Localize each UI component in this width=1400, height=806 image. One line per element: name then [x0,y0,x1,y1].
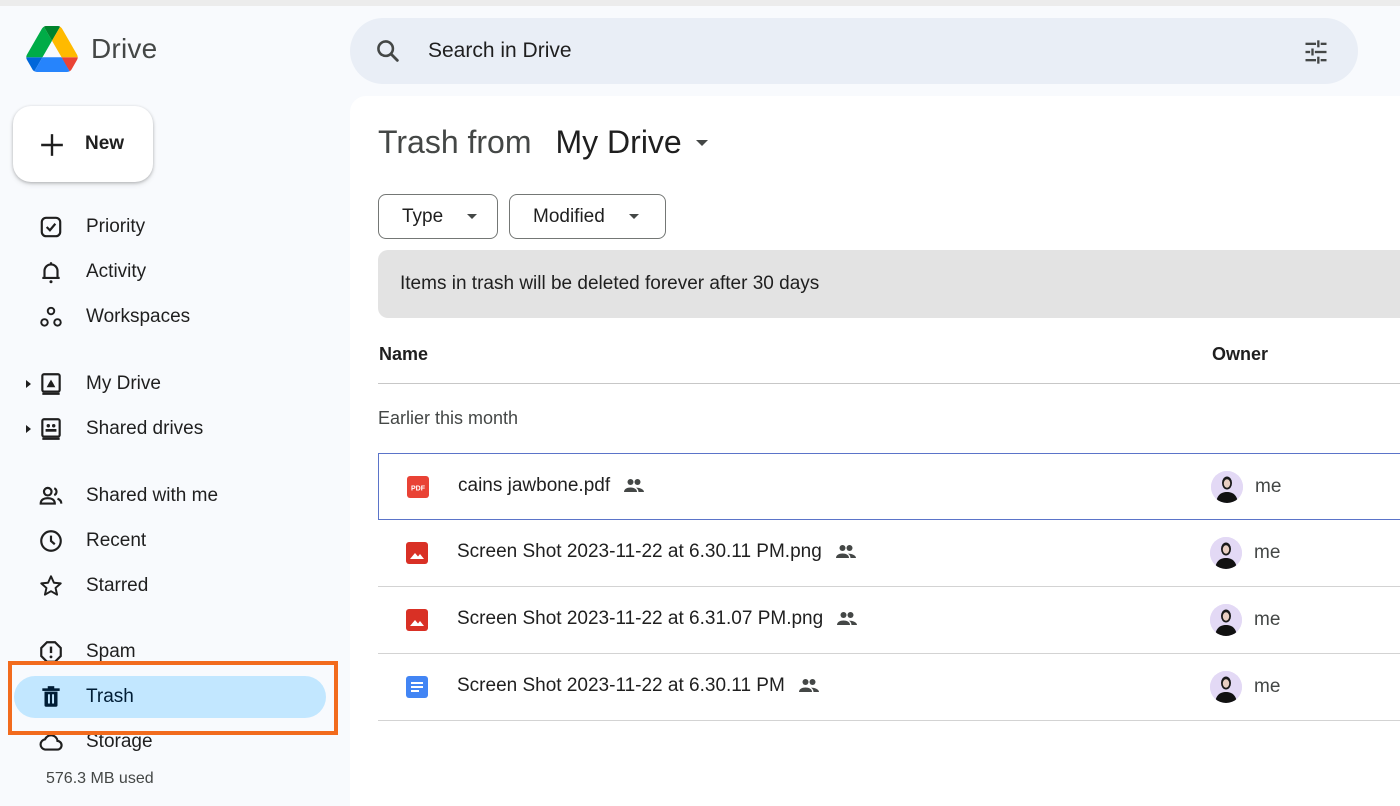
file-row[interactable]: Screen Shot 2023-11-22 at 6.31.07 PM.png… [378,587,1400,654]
sidebar-item-starred[interactable]: Starred [14,565,326,607]
docs-file-icon [406,676,428,698]
sidebar-item-activity[interactable]: Activity [14,251,326,293]
file-name-text: Screen Shot 2023-11-22 at 6.30.11 PM.png [457,541,822,562]
search-icon[interactable] [374,37,402,65]
avatar [1211,471,1243,503]
window-top-edge [0,0,1400,6]
filter-chip-type[interactable]: Type [378,194,498,239]
sidebar-item-storage[interactable]: Storage [14,721,326,763]
file-row[interactable]: Screen Shot 2023-11-22 at 6.30.11 PM.png… [378,520,1400,587]
app-name: Drive [91,33,158,64]
page-title-prefix: Trash from [378,124,532,160]
plus-icon [41,134,63,156]
new-button-label: New [85,133,125,154]
page-title: Trash from My Drive [378,124,708,161]
sidebar-item-label: Activity [86,261,147,282]
sidebar-item-label: Priority [86,216,146,237]
sidebar-item-label: Spam [86,641,136,662]
column-header-name[interactable]: Name [379,344,428,365]
priority-check-icon [38,214,64,240]
dropdown-arrow-icon [467,214,478,219]
svg-text:PDF: PDF [411,486,426,493]
my-drive-icon [38,371,64,397]
google-drive-logo-icon [26,26,78,72]
file-row[interactable]: PDF cains jawbone.pdf me [378,453,1400,520]
sidebar-item-label: Recent [86,530,147,551]
sidebar-item-priority[interactable]: Priority [14,206,326,248]
shared-people-icon [835,545,856,558]
spam-icon [38,639,64,665]
new-button[interactable]: New [13,106,153,182]
header-divider [378,383,1400,384]
sidebar-item-shared-with-me[interactable]: Shared with me [14,475,326,517]
dropdown-arrow-icon [628,214,639,219]
sidebar-item-my-drive[interactable]: My Drive [14,363,326,405]
file-name: cains jawbone.pdf [458,475,646,497]
file-name: Screen Shot 2023-11-22 at 6.31.07 PM.png [457,608,859,630]
sidebar-item-trash[interactable]: Trash [14,676,326,718]
avatar [1210,671,1242,703]
sidebar-item-recent[interactable]: Recent [14,520,326,562]
shared-drives-icon [38,416,64,442]
file-name: Screen Shot 2023-11-22 at 6.30.11 PM.png [457,541,858,563]
clock-icon [38,528,64,554]
owner-cell: me [1210,604,1280,636]
search-bar[interactable]: Search in Drive [350,18,1358,84]
file-name: Screen Shot 2023-11-22 at 6.30.11 PM [457,675,821,697]
sidebar-item-label: My Drive [86,373,161,394]
shared-people-icon [624,479,645,492]
avatar [1210,537,1242,569]
trash-icon [38,684,64,710]
sidebar-item-label: Trash [86,686,134,707]
location-dropdown[interactable]: My Drive [556,124,708,161]
file-name-text: cains jawbone.pdf [458,475,611,496]
location-label: My Drive [555,124,682,160]
group-label: Earlier this month [378,408,519,428]
bell-icon [38,259,64,285]
owner-cell: me [1210,671,1280,703]
shared-people-icon [837,612,858,625]
sidebar-item-label: Starred [86,575,149,596]
sidebar-item-spam[interactable]: Spam [14,631,326,673]
owner-cell: me [1210,537,1280,569]
owner-name: me [1255,476,1282,497]
filter-chip-label: Type [402,205,444,227]
owner-cell: me [1211,471,1281,503]
image-file-icon [406,609,428,631]
trash-info-banner: Items in trash will be deleted forever a… [378,250,1400,318]
sidebar-item-label: Storage [86,731,153,752]
file-name-text: Screen Shot 2023-11-22 at 6.30.11 PM [457,675,785,696]
workspaces-icon [38,304,64,330]
storage-used-text: 576.3 MB used [46,770,154,787]
people-icon [38,483,64,509]
file-row[interactable]: Screen Shot 2023-11-22 at 6.30.11 PM me [378,654,1400,721]
owner-name: me [1254,609,1281,630]
filter-chip-modified[interactable]: Modified [509,194,666,239]
pdf-file-icon: PDF [407,476,429,498]
tune-icon[interactable] [1302,38,1330,66]
owner-name: me [1254,542,1281,563]
sidebar-item-label: Shared drives [86,418,204,439]
shared-people-icon [798,679,819,692]
sidebar-item-label: Workspaces [86,306,191,327]
owner-name: me [1254,676,1281,697]
sidebar-item-label: Shared with me [86,485,219,506]
search-input[interactable]: Search in Drive [428,39,572,63]
filter-chip-label: Modified [533,205,605,227]
sidebar-item-shared-drives[interactable]: Shared drives [14,408,326,450]
image-file-icon [406,542,428,564]
dropdown-arrow-icon [695,139,708,146]
sidebar-item-workspaces[interactable]: Workspaces [14,296,326,338]
column-header-owner[interactable]: Owner [1212,344,1268,365]
avatar [1210,604,1242,636]
drive-logo[interactable]: Drive [26,26,157,72]
expand-caret-icon[interactable] [26,425,31,433]
main-panel: Trash from My Drive Type Modified Items … [350,96,1400,806]
file-name-text: Screen Shot 2023-11-22 at 6.31.07 PM.png [457,608,824,629]
expand-caret-icon[interactable] [26,380,31,388]
cloud-icon [38,729,64,755]
banner-text: Items in trash will be deleted forever a… [400,273,820,294]
star-icon [38,573,64,599]
